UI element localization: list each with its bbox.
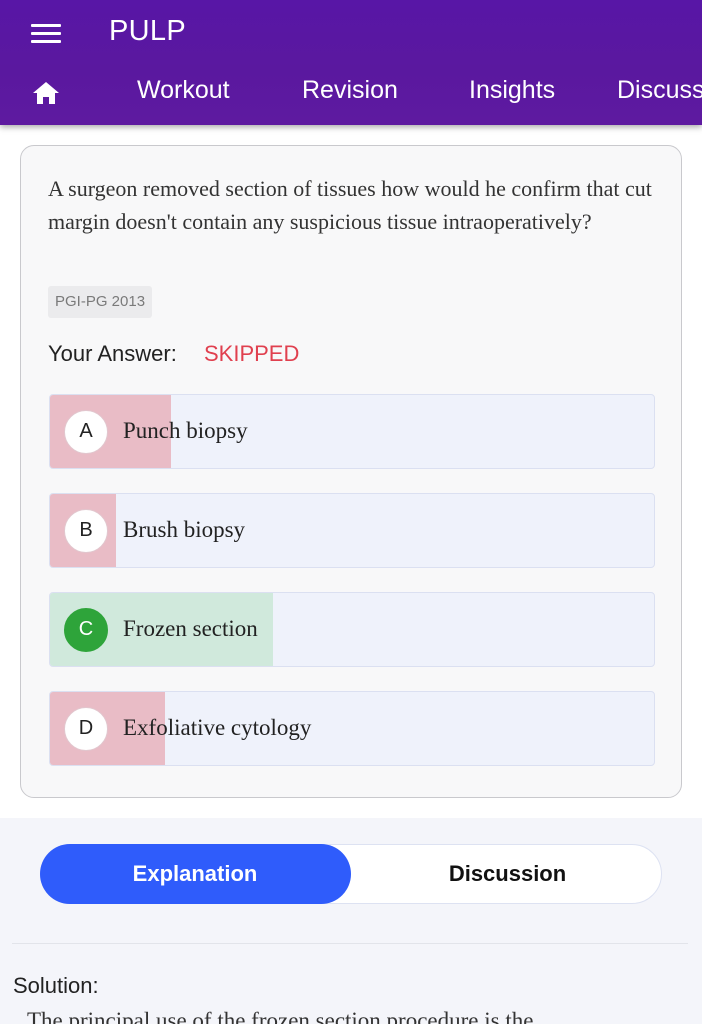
app-bar: PULP Workout Revision Insights Discuss	[0, 0, 702, 125]
tab-explanation[interactable]: Explanation	[39, 843, 351, 904]
solution-title: Solution:	[13, 973, 99, 998]
question-card: A surgeon removed section of tissues how…	[20, 145, 682, 798]
option-a-label: Punch biopsy	[123, 418, 248, 443]
option-a-letter: A	[64, 410, 108, 454]
nav-tab-workout[interactable]: Workout	[137, 76, 230, 105]
option-d-letter: D	[64, 707, 108, 751]
your-answer-status: SKIPPED	[204, 341, 300, 366]
explanation-section: Explanation Discussion Solution: The pri…	[0, 818, 702, 1024]
solution-text: The principal use of the frozen section …	[27, 1008, 534, 1024]
menu-icon[interactable]	[28, 21, 64, 47]
app-title: PULP	[109, 15, 186, 47]
home-icon[interactable]	[30, 79, 62, 107]
option-d[interactable]: D Exfoliative cytology	[49, 691, 655, 766]
option-a[interactable]: A Punch biopsy	[49, 394, 655, 469]
nav-tab-revision[interactable]: Revision	[302, 76, 398, 105]
nav-tab-discuss[interactable]: Discuss	[617, 76, 702, 105]
option-c-letter: C	[64, 608, 108, 652]
option-b-label: Brush biopsy	[123, 517, 246, 542]
exam-tag: PGI-PG 2013	[48, 286, 153, 318]
option-c-label: Frozen section	[123, 616, 258, 641]
option-b-letter: B	[64, 509, 108, 553]
option-b[interactable]: B Brush biopsy	[49, 493, 655, 568]
option-c[interactable]: C Frozen section	[49, 592, 655, 667]
tab-discussion[interactable]: Discussion	[352, 844, 663, 904]
divider	[12, 943, 688, 944]
your-answer-label: Your Answer:	[48, 341, 177, 366]
explanation-discussion-toggle: Explanation Discussion	[39, 843, 663, 904]
option-d-label: Exfoliative cytology	[123, 715, 312, 740]
question-text: A surgeon removed section of tissues how…	[48, 176, 652, 234]
nav-tab-insights[interactable]: Insights	[469, 76, 555, 105]
